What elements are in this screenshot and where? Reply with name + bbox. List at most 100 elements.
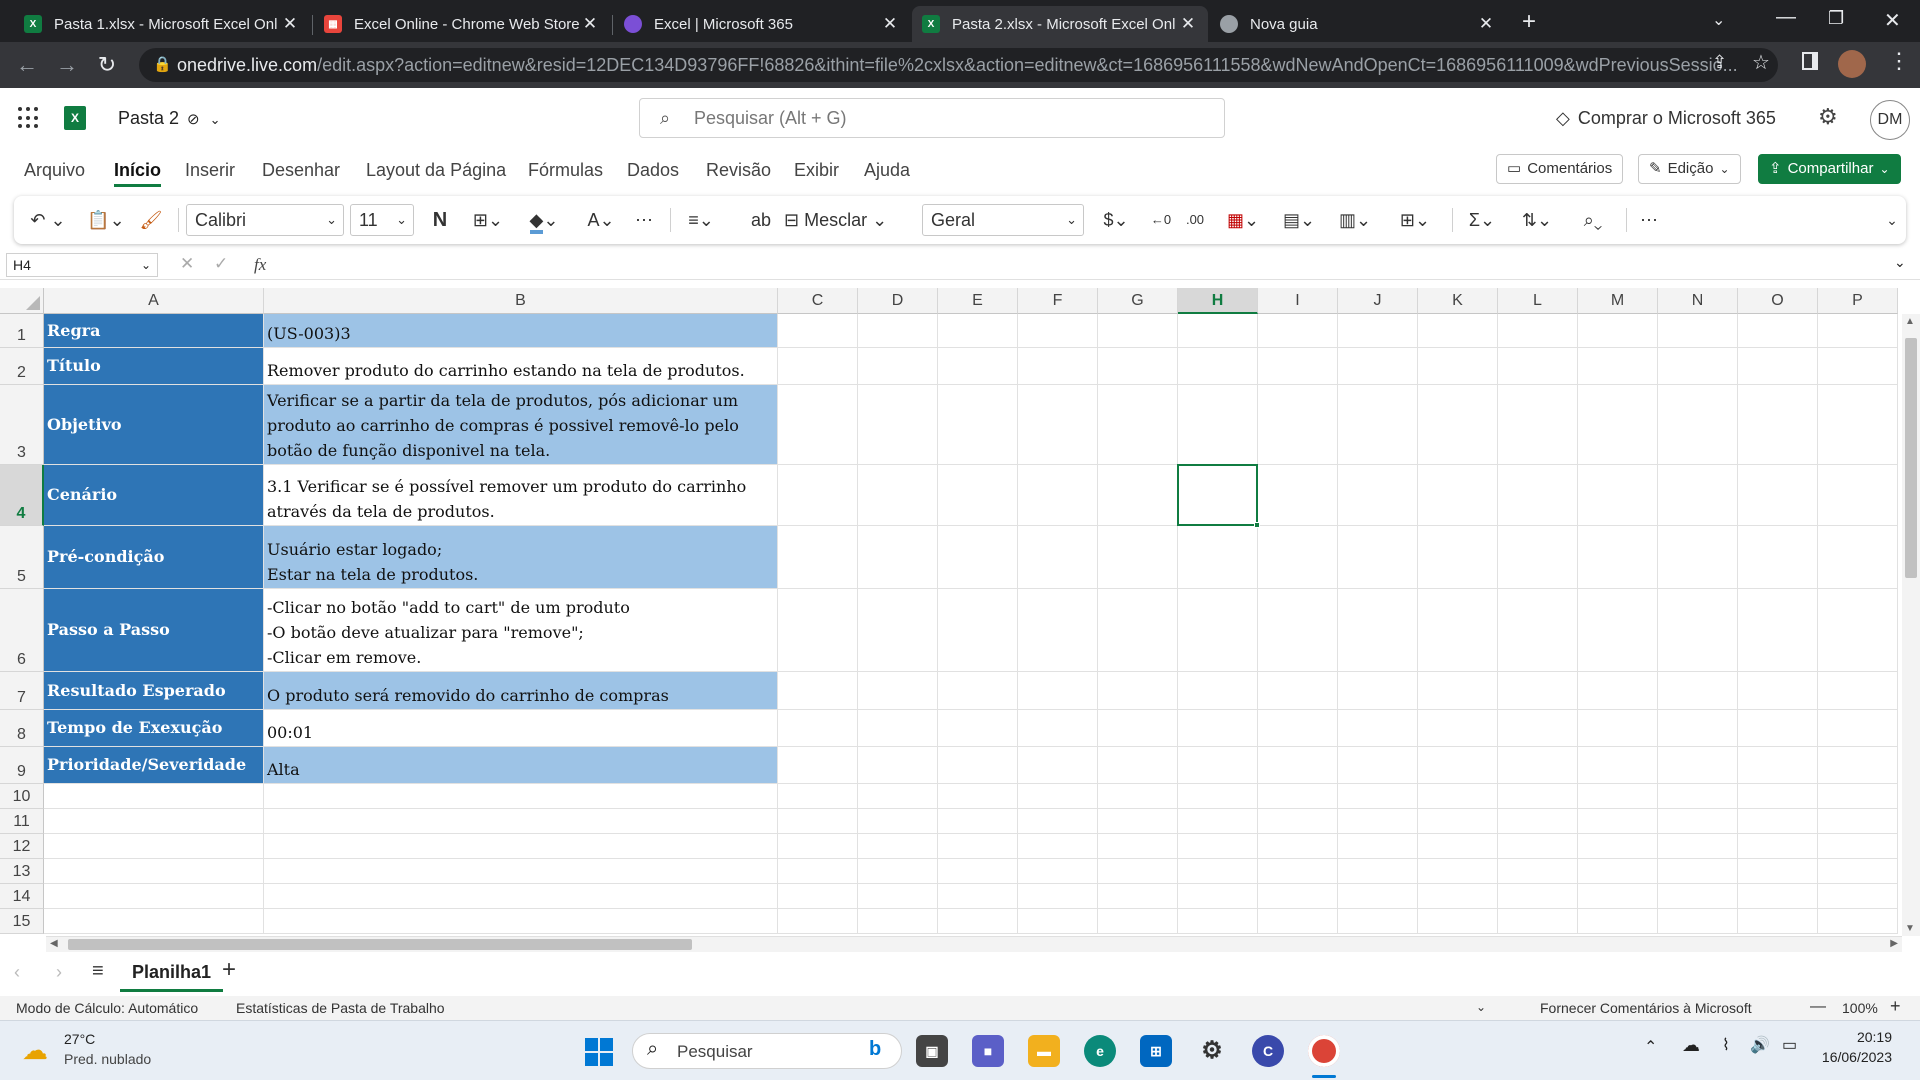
fill-handle[interactable]	[1254, 522, 1260, 528]
reload-icon[interactable]: ↻	[92, 50, 122, 80]
row-header[interactable]: 9	[0, 747, 44, 784]
tab-inicio[interactable]: Início	[114, 160, 162, 187]
settings-gear-icon[interactable]: ⚙	[1818, 104, 1838, 130]
borders-icon[interactable]: ⊞⌄	[466, 206, 510, 234]
windows-start-icon[interactable]	[582, 1035, 614, 1067]
share-button[interactable]: ⇪ Compartilhar ⌄	[1758, 154, 1901, 184]
browser-tab[interactable]: Excel | Microsoft 365 ✕	[614, 6, 910, 42]
all-sheets-menu-icon[interactable]: ≡	[92, 960, 104, 983]
tab-inserir[interactable]: Inserir	[185, 160, 235, 181]
row-header[interactable]: 8	[0, 710, 44, 747]
sort-filter-icon[interactable]: ⇅⌄	[1514, 206, 1560, 234]
column-header[interactable]: J	[1338, 288, 1418, 314]
column-header[interactable]: L	[1498, 288, 1578, 314]
column-header[interactable]: B	[264, 288, 778, 314]
column-header[interactable]: A	[44, 288, 264, 314]
enter-check-icon[interactable]: ✓	[214, 254, 228, 274]
add-sheet-icon[interactable]: +	[222, 956, 236, 984]
close-tab-icon[interactable]: ✕	[1476, 14, 1496, 34]
row-header[interactable]: 12	[0, 834, 44, 859]
editing-mode-button[interactable]: ✎ Edição ⌄	[1638, 154, 1741, 184]
scroll-thumb[interactable]	[1905, 338, 1917, 578]
clock-time[interactable]: 20:19	[1838, 1029, 1892, 1045]
zoom-level[interactable]: 100%	[1842, 1000, 1878, 1016]
cell-value[interactable]: -Clicar no botão "add to cart" de um pro…	[264, 589, 777, 671]
column-header[interactable]: D	[858, 288, 938, 314]
close-tab-icon[interactable]: ✕	[1178, 14, 1198, 34]
browser-tab-active[interactable]: X Pasta 2.xlsx - Microsoft Excel Onl ✕	[912, 6, 1208, 42]
minimize-icon[interactable]: —	[1776, 6, 1796, 29]
undo-icon[interactable]: ↶ ⌄	[26, 206, 70, 234]
volume-icon[interactable]: 🔊	[1750, 1035, 1770, 1055]
row-header[interactable]: 2	[0, 348, 44, 385]
weather-icon[interactable]: ☁	[22, 1035, 48, 1066]
cell-label[interactable]: Objetivo	[44, 385, 263, 464]
column-header[interactable]: G	[1098, 288, 1178, 314]
format-painter-icon[interactable]: 🖌	[138, 206, 164, 234]
cell-label[interactable]: Tempo de Exexução	[44, 710, 263, 746]
column-header[interactable]: H	[1178, 288, 1258, 314]
font-name-select[interactable]: Calibri ⌄	[186, 204, 344, 236]
edge-icon[interactable]: e	[1084, 1035, 1116, 1067]
row-header[interactable]: 7	[0, 672, 44, 710]
workbook-stats[interactable]: Estatísticas de Pasta de Trabalho	[236, 1000, 445, 1016]
formula-input[interactable]	[282, 253, 1890, 277]
cell-label[interactable]: Passo a Passo	[44, 589, 263, 671]
row-header[interactable]: 14	[0, 884, 44, 909]
browser-tab[interactable]: Nova guia ✕	[1210, 6, 1506, 42]
cell-value[interactable]: Alta	[264, 747, 777, 783]
share-icon[interactable]: ⇪	[1712, 52, 1727, 73]
forward-icon[interactable]: →	[52, 50, 82, 80]
comments-button[interactable]: ▭ Comentários	[1496, 154, 1624, 184]
address-bar[interactable]: 🔒 onedrive.live.com/edit.aspx?action=edi…	[139, 48, 1778, 82]
task-view-icon[interactable]: ▣	[916, 1035, 948, 1067]
expand-formula-bar-icon[interactable]: ⌄	[1894, 254, 1906, 271]
column-header[interactable]: N	[1658, 288, 1738, 314]
new-tab-icon[interactable]: +	[1522, 8, 1536, 36]
battery-icon[interactable]: ▭	[1782, 1035, 1797, 1055]
column-header[interactable]: F	[1018, 288, 1098, 314]
wrap-text-icon[interactable]: ab	[748, 206, 774, 234]
column-header[interactable]: C	[778, 288, 858, 314]
decrease-decimal-icon[interactable]: ←0	[1146, 206, 1176, 234]
spreadsheet-grid[interactable]: ABCDEFGHIJKLMNOP 1 2 3 4 5 6 7 8 9 10 11 12 13 14 15 R…	[0, 288, 1920, 936]
close-tab-icon[interactable]: ✕	[580, 14, 600, 34]
bookmark-star-icon[interactable]: ☆	[1752, 50, 1770, 75]
column-header[interactable]: K	[1418, 288, 1498, 314]
tab-formulas[interactable]: Fórmulas	[528, 160, 603, 181]
bold-button[interactable]: N	[426, 206, 454, 234]
tab-search-icon[interactable]: ⌄	[1712, 10, 1725, 30]
cell-styles-icon[interactable]: ▥⌄	[1332, 206, 1378, 234]
cell-label[interactable]: Prioridade/Severidade	[44, 747, 263, 783]
cell-value[interactable]: Verificar se a partir da tela de produto…	[264, 385, 777, 464]
teams-icon[interactable]: ■	[972, 1035, 1004, 1067]
more-commands-icon[interactable]: ⋯	[1634, 206, 1664, 234]
restore-icon[interactable]: ❐	[1828, 8, 1844, 29]
font-size-select[interactable]: 11 ⌄	[350, 204, 414, 236]
settings-gear-icon[interactable]: ⚙	[1196, 1035, 1228, 1067]
row-header[interactable]: 5	[0, 526, 44, 589]
scroll-thumb[interactable]	[68, 939, 692, 950]
find-icon[interactable]: ⌕⌄	[1570, 206, 1616, 234]
store-icon[interactable]: ⊞	[1140, 1035, 1172, 1067]
weather-desc[interactable]: Pred. nublado	[64, 1051, 151, 1067]
row-header[interactable]: 11	[0, 809, 44, 834]
zoom-out-icon[interactable]: —	[1810, 998, 1826, 1016]
column-header[interactable]: E	[938, 288, 1018, 314]
format-as-table-icon[interactable]: ▤⌄	[1276, 206, 1322, 234]
chrome-icon[interactable]	[1308, 1035, 1340, 1067]
chrome-menu-icon[interactable]: ⋮	[1888, 48, 1910, 74]
next-sheet-icon[interactable]: ›	[56, 962, 62, 983]
column-header[interactable]: I	[1258, 288, 1338, 314]
tab-layout-da-pagina[interactable]: Layout da Página	[366, 160, 506, 181]
sheet-tab[interactable]: Planilha1	[120, 952, 224, 992]
fill-color-icon[interactable]: ◆⌄	[520, 206, 568, 234]
tab-ajuda[interactable]: Ajuda	[864, 160, 910, 181]
increase-decimal-icon[interactable]: .00	[1180, 206, 1210, 234]
autosum-icon[interactable]: Σ⌄	[1460, 206, 1504, 234]
chevron-up-icon[interactable]: ⌃	[1644, 1037, 1657, 1057]
tab-desenhar[interactable]: Desenhar	[262, 160, 340, 181]
row-header[interactable]: 10	[0, 784, 44, 809]
tab-exibir[interactable]: Exibir	[794, 160, 839, 181]
number-format-select[interactable]: Geral ⌄	[922, 204, 1084, 236]
